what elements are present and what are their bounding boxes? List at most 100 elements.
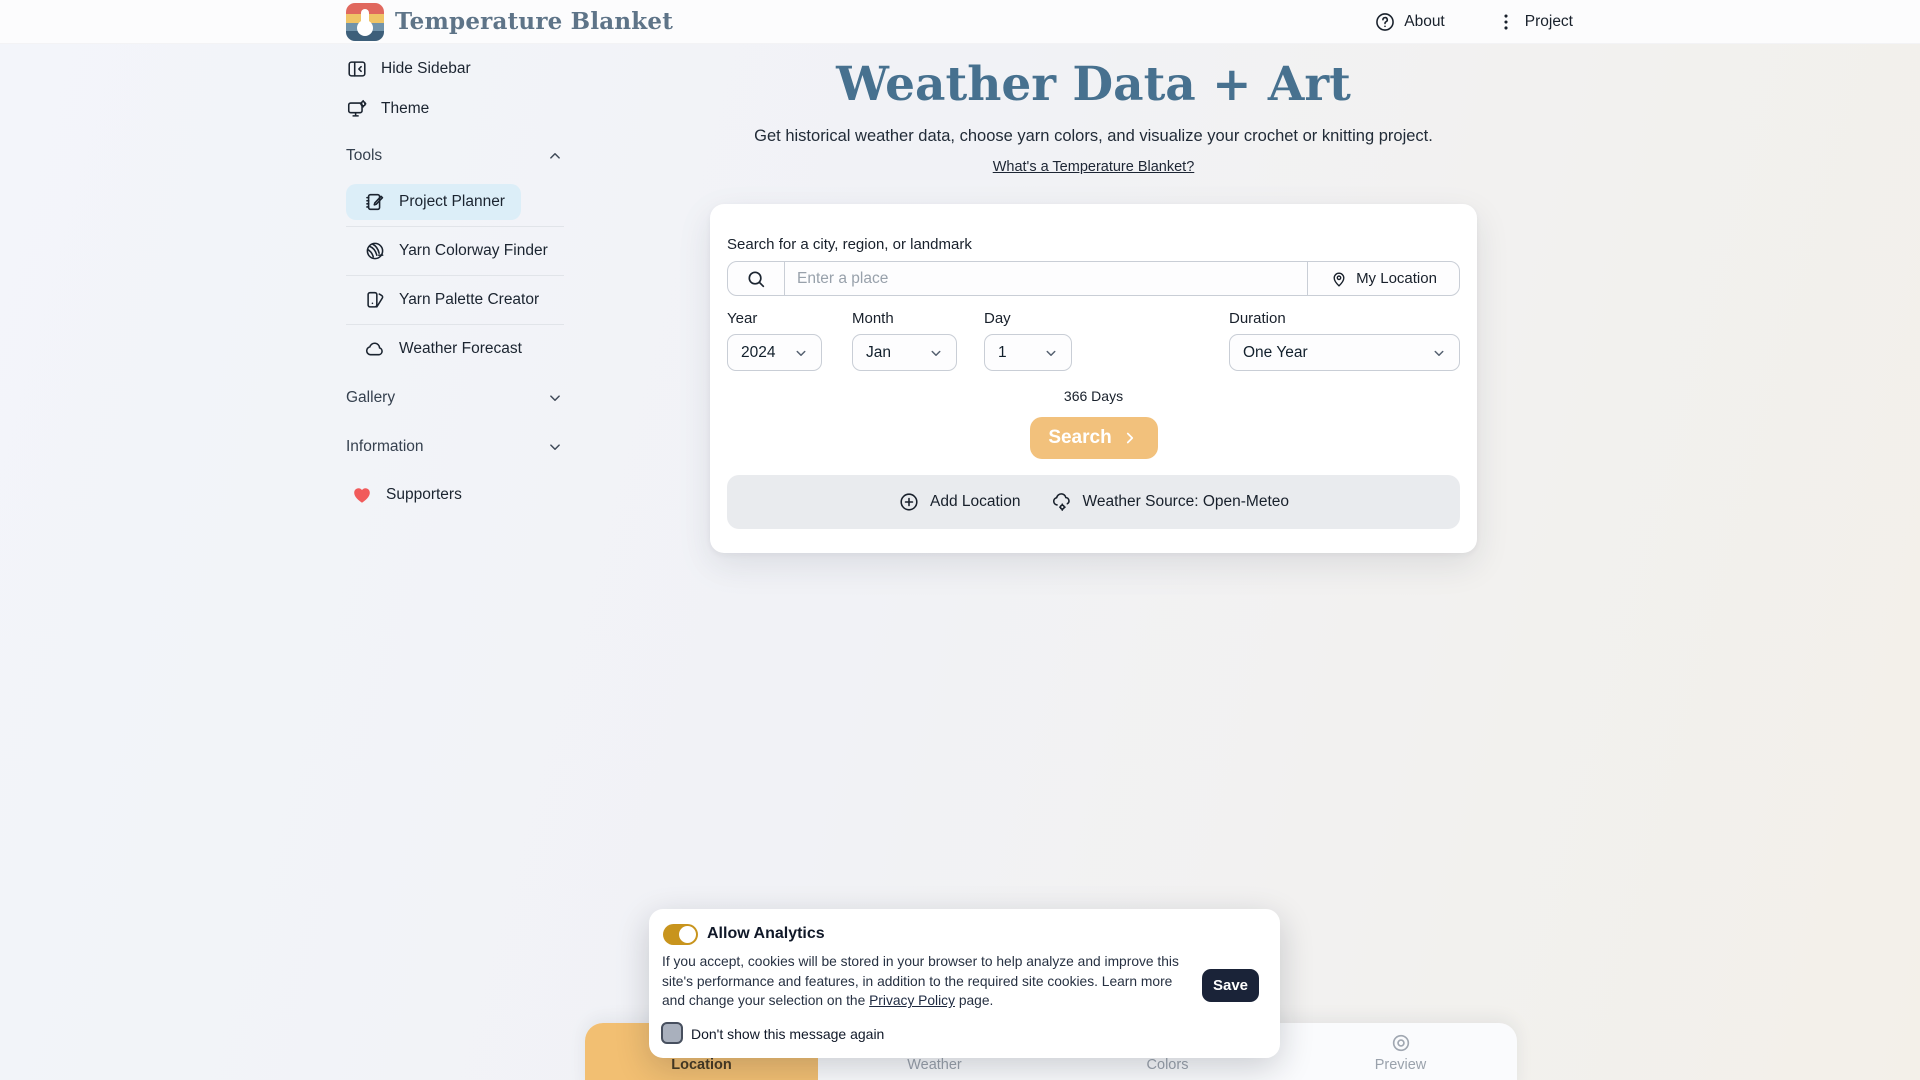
- chevron-down-icon: [927, 344, 945, 362]
- tab-label: Colors: [1147, 1057, 1189, 1073]
- gallery-header-label: Gallery: [346, 389, 395, 407]
- hide-sidebar-button[interactable]: Hide Sidebar: [346, 58, 564, 80]
- cloud-gear-icon: [1051, 491, 1073, 513]
- notebook-pen-icon: [364, 191, 386, 213]
- chevron-down-icon: [1430, 344, 1448, 362]
- sidebar-collapse-icon: [346, 58, 368, 80]
- palette-icon: [364, 289, 386, 311]
- brand[interactable]: Temperature Blanket: [346, 3, 673, 41]
- sidebar-item-yarn-colorway-finder[interactable]: Yarn Colorway Finder: [346, 233, 548, 269]
- add-location-button[interactable]: Add Location: [898, 491, 1021, 513]
- whats-a-temperature-blanket-link[interactable]: What's a Temperature Blanket?: [993, 159, 1195, 175]
- theme-label: Theme: [381, 100, 429, 118]
- sidebar: Hide Sidebar Theme Tools Project Planner: [346, 44, 564, 644]
- tab-label: Weather: [907, 1057, 962, 1073]
- dont-show-again-label: Don't show this message again: [691, 1026, 884, 1042]
- kebab-menu-icon: [1495, 11, 1517, 33]
- chevron-down-icon: [546, 389, 564, 407]
- chevron-right-icon: [1121, 429, 1139, 447]
- chevron-down-icon: [546, 438, 564, 456]
- sidebar-item-project-planner[interactable]: Project Planner: [346, 184, 521, 220]
- duration-select[interactable]: One Year: [1229, 334, 1460, 371]
- about-label: About: [1404, 13, 1445, 31]
- preview-icon: [1390, 1032, 1412, 1054]
- information-header-label: Information: [346, 438, 424, 456]
- search-icon-cell: [728, 262, 785, 295]
- tab-label: Preview: [1375, 1057, 1427, 1073]
- weather-source-label: Weather Source: Open-Meteo: [1083, 493, 1290, 511]
- theme-monitor-icon: [346, 98, 368, 120]
- tools-header-label: Tools: [346, 147, 382, 165]
- tab-label: Location: [671, 1057, 731, 1073]
- sidebar-item-yarn-palette-creator[interactable]: Yarn Palette Creator: [346, 282, 539, 318]
- month-select[interactable]: Jan: [852, 334, 957, 371]
- app-logo-icon: [346, 3, 384, 41]
- dont-show-again-checkbox[interactable]: [661, 1022, 683, 1044]
- project-menu-button[interactable]: Project: [1495, 11, 1573, 33]
- search-icon: [745, 268, 767, 290]
- cookie-banner: Allow Analytics If you accept, cookies w…: [649, 909, 1280, 1058]
- add-location-label: Add Location: [930, 493, 1021, 511]
- year-value: 2024: [741, 344, 775, 362]
- year-field: Year 2024: [727, 310, 822, 371]
- privacy-policy-link[interactable]: Privacy Policy: [869, 993, 955, 1008]
- header-actions: About Project: [1374, 11, 1573, 33]
- search-button[interactable]: Search: [1030, 417, 1158, 459]
- duration-label: Duration: [1229, 310, 1460, 327]
- tools-section-toggle[interactable]: Tools: [346, 147, 564, 165]
- sidebar-item-label: Project Planner: [399, 193, 505, 211]
- information-section-toggle[interactable]: Information: [346, 438, 564, 456]
- day-select[interactable]: 1: [984, 334, 1072, 371]
- chevron-down-icon: [792, 344, 810, 362]
- sidebar-item-label: Yarn Colorway Finder: [399, 242, 548, 260]
- project-label: Project: [1525, 13, 1573, 31]
- place-search-row: My Location: [727, 261, 1460, 296]
- my-location-label: My Location: [1356, 270, 1437, 287]
- days-count: 366 Days: [710, 388, 1477, 404]
- day-value: 1: [998, 344, 1007, 362]
- theme-button[interactable]: Theme: [346, 98, 564, 120]
- search-card: Search for a city, region, or landmark M…: [710, 204, 1477, 553]
- sidebar-item-supporters[interactable]: Supporters: [351, 484, 569, 506]
- place-search-input[interactable]: [785, 262, 1307, 295]
- my-location-button[interactable]: My Location: [1307, 262, 1459, 295]
- divider: [346, 226, 564, 227]
- cookie-description: If you accept, cookies will be stored in…: [662, 952, 1189, 1011]
- search-button-label: Search: [1048, 427, 1111, 449]
- cookie-text-after: page.: [955, 993, 993, 1008]
- map-pin-icon: [1330, 270, 1348, 288]
- hide-sidebar-label: Hide Sidebar: [381, 60, 471, 78]
- tab-preview[interactable]: Preview: [1284, 1023, 1517, 1080]
- sidebar-item-label: Yarn Palette Creator: [399, 291, 539, 309]
- day-label: Day: [984, 310, 1072, 327]
- question-circle-icon: [1374, 11, 1396, 33]
- supporters-label: Supporters: [386, 486, 462, 504]
- gallery-section-toggle[interactable]: Gallery: [346, 389, 564, 407]
- hero: Weather Data + Art Get historical weathe…: [710, 58, 1477, 176]
- allow-analytics-label: Allow Analytics: [707, 925, 825, 943]
- chevron-down-icon: [1042, 344, 1060, 362]
- toggle-knob: [679, 926, 696, 943]
- search-label: Search for a city, region, or landmark: [727, 236, 972, 253]
- heart-icon: [351, 484, 373, 506]
- divider: [346, 324, 564, 325]
- duration-value: One Year: [1243, 344, 1308, 362]
- sidebar-item-weather-forecast[interactable]: Weather Forecast: [346, 331, 522, 367]
- about-button[interactable]: About: [1374, 11, 1445, 33]
- cloud-icon: [364, 338, 386, 360]
- chevron-up-icon: [546, 147, 564, 165]
- duration-field: Duration One Year: [1229, 310, 1460, 371]
- month-value: Jan: [866, 344, 891, 362]
- plus-circle-icon: [898, 491, 920, 513]
- top-header: Temperature Blanket About Project: [0, 0, 1920, 44]
- day-field: Day 1: [984, 310, 1072, 371]
- year-select[interactable]: 2024: [727, 334, 822, 371]
- divider: [346, 275, 564, 276]
- save-button[interactable]: Save: [1202, 969, 1259, 1002]
- allow-analytics-toggle[interactable]: [663, 924, 698, 945]
- month-label: Month: [852, 310, 957, 327]
- month-field: Month Jan: [852, 310, 957, 371]
- app-screen: Temperature Blanket About Project: [0, 0, 1920, 1080]
- weather-source-button[interactable]: Weather Source: Open-Meteo: [1051, 491, 1290, 513]
- sidebar-item-label: Weather Forecast: [399, 340, 522, 358]
